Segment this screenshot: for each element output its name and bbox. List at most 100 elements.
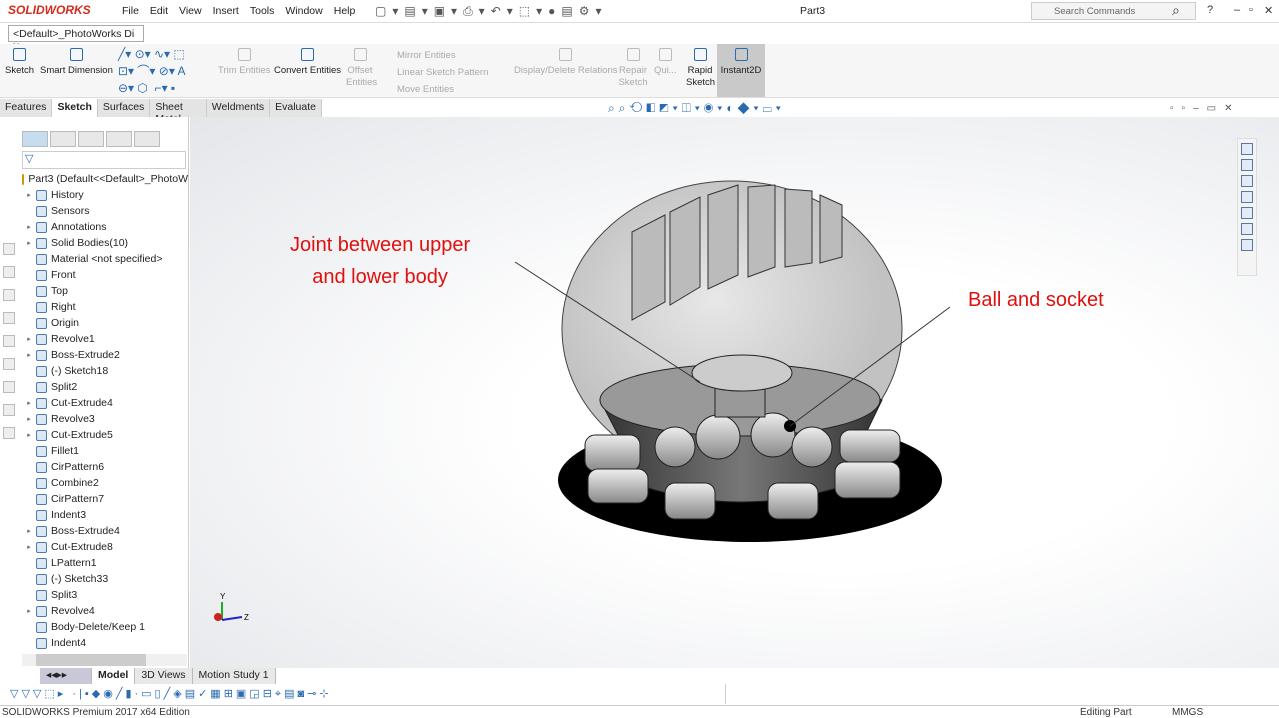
repair-sketch-button[interactable]: Repair Sketch	[618, 48, 648, 89]
tree-item[interactable]: ▸ Boss-Extrude2	[22, 347, 188, 363]
expand-arrow-icon[interactable]: ▸	[22, 399, 36, 407]
tree-item[interactable]: ▸ History	[22, 187, 188, 203]
tree-item[interactable]: ▸ Revolve1	[22, 331, 188, 347]
tree-item[interactable]: Indent3	[22, 507, 188, 523]
minimize-button[interactable]: –	[1234, 4, 1240, 16]
offset-entities-button[interactable]: Offset Entities	[346, 48, 377, 89]
units-selector[interactable]: MMGS	[1172, 707, 1203, 718]
tree-item[interactable]: ▸ Revolve3	[22, 411, 188, 427]
tree-root[interactable]: Part3 (Default<<Default>_PhotoW	[22, 171, 188, 187]
tab-features[interactable]: Features	[0, 99, 53, 117]
quick-access-toolbar[interactable]: ▢▾▤▾▣▾⎙▾↶▾⬚▾●▤⚙▾	[375, 4, 608, 19]
expand-arrow-icon[interactable]: ▸	[22, 191, 36, 199]
tree-item[interactable]: ▸ Cut-Extrude5	[22, 427, 188, 443]
display-manager-tab[interactable]	[134, 131, 160, 147]
tree-item[interactable]: ▸ Cut-Extrude4	[22, 395, 188, 411]
menu-tools[interactable]: Tools	[250, 5, 275, 17]
graphics-area[interactable]: YZ Joint between upper and lower body Ba…	[190, 101, 1279, 668]
expand-arrow-icon[interactable]: ▸	[22, 543, 36, 551]
sketch-button[interactable]: Sketch	[5, 48, 34, 77]
appearance-icon[interactable]	[1241, 207, 1253, 219]
expand-arrow-icon[interactable]: ▸	[22, 431, 36, 439]
task-pane-tabs[interactable]	[1237, 138, 1257, 276]
tree-item[interactable]: LPattern1	[22, 555, 188, 571]
tree-item[interactable]: ▸ Cut-Extrude8	[22, 539, 188, 555]
tree-item[interactable]: Indent4	[22, 635, 188, 651]
solidworks-logo: SOLIDWORKS	[8, 3, 91, 17]
menu-view[interactable]: View	[179, 5, 202, 17]
restore-button[interactable]: ▫	[1249, 4, 1253, 16]
tab-sketch[interactable]: Sketch	[52, 99, 98, 117]
menu-file[interactable]: File	[122, 5, 139, 17]
expand-arrow-icon[interactable]: ▸	[22, 223, 36, 231]
expand-arrow-icon[interactable]: ▸	[22, 415, 36, 423]
tree-filter-input[interactable]: ▽	[22, 151, 186, 169]
linear-sketch-pattern-button[interactable]: Linear Sketch Pattern	[382, 64, 488, 81]
help-button[interactable]: ?	[1207, 4, 1213, 16]
tab-sheet-metal[interactable]: Sheet Metal	[150, 99, 207, 125]
instant2d-button[interactable]: Instant2D	[717, 44, 765, 97]
rapid-sketch-button[interactable]: Rapid Sketch	[686, 48, 715, 89]
tree-item[interactable]: CirPattern6	[22, 459, 188, 475]
feature-manager-tab[interactable]	[22, 131, 48, 147]
tree-item[interactable]: Fillet1	[22, 443, 188, 459]
trim-entities-button[interactable]: Trim Entities	[218, 48, 270, 77]
bottom-tab-model[interactable]: Model	[92, 668, 136, 684]
view-toolbar[interactable]: ⌕⌕⟲◧◩▾◫▾◉▾◐◆▾▭▾	[608, 101, 785, 116]
tree-item[interactable]: Combine2	[22, 475, 188, 491]
search-icon[interactable]: ⌕	[1172, 2, 1180, 19]
view-palette-icon[interactable]	[1241, 191, 1253, 203]
quick-snaps-button[interactable]: Qui...	[654, 48, 677, 77]
mirror-entities-button[interactable]: Mirror Entities	[382, 47, 488, 64]
expand-arrow-icon[interactable]: ▸	[22, 239, 36, 247]
home-icon[interactable]	[1241, 143, 1253, 155]
close-button[interactable]: ✕	[1264, 4, 1273, 17]
display-delete-relations-button[interactable]: Display/Delete Relations	[514, 48, 618, 77]
configuration-manager-tab[interactable]	[78, 131, 104, 147]
tab-weldments[interactable]: Weldments	[206, 99, 271, 117]
expand-arrow-icon[interactable]: ▸	[22, 335, 36, 343]
tree-item[interactable]: Material <not specified>	[22, 251, 188, 267]
menu-window[interactable]: Window	[285, 5, 322, 17]
forum-icon[interactable]	[1241, 239, 1253, 251]
expand-arrow-icon[interactable]: ▸	[22, 607, 36, 615]
sketch-toolbar-bottom[interactable]: ▽▽▽⬚▸ ·|▪◆◉╱▮·▭▯╱◈▤✓▦⊞▣◲⊟⌖▤◙⊸⊹	[0, 684, 726, 704]
folder-icon[interactable]	[1241, 175, 1253, 187]
tree-item[interactable]: Body-Delete/Keep 1	[22, 619, 188, 635]
tree-item[interactable]: ▸ Revolve4	[22, 603, 188, 619]
menu-insert[interactable]: Insert	[213, 5, 239, 17]
tree-item[interactable]: ▸ Solid Bodies(10)	[22, 235, 188, 251]
move-entities-button[interactable]: Move Entities	[382, 81, 488, 98]
property-manager-tab[interactable]	[50, 131, 76, 147]
expand-arrow-icon[interactable]: ▸	[22, 527, 36, 535]
tree-item[interactable]: Split3	[22, 587, 188, 603]
tree-item[interactable]: Right	[22, 299, 188, 315]
viewport-window-controls[interactable]: ▫▫–▭✕	[1170, 103, 1240, 114]
tree-item[interactable]: (-) Sketch33	[22, 571, 188, 587]
bottom-tab-motion-study-1[interactable]: Motion Study 1	[192, 668, 276, 684]
tree-item[interactable]: Split2	[22, 379, 188, 395]
properties-icon[interactable]	[1241, 223, 1253, 235]
menu-help[interactable]: Help	[334, 5, 356, 17]
tree-item[interactable]: CirPattern7	[22, 491, 188, 507]
tree-item[interactable]: Origin	[22, 315, 188, 331]
tree-item[interactable]: ▸ Boss-Extrude4	[22, 523, 188, 539]
tree-item[interactable]: ▸ Annotations	[22, 219, 188, 235]
tree-item[interactable]: Top	[22, 283, 188, 299]
menu-edit[interactable]: Edit	[150, 5, 168, 17]
tree-item[interactable]: Sensors	[22, 203, 188, 219]
tab-scroll-arrows[interactable]: ◂◂▸▸	[40, 668, 92, 684]
sketch-entities-tools[interactable]: ╱▾ ⊙▾ ∿▾ ⬚ ⊡▾ ⌒▾ ⊘▾ A ⊖▾ ⬡ ⌐▾ ▪	[118, 46, 186, 97]
dimxpert-tab[interactable]	[106, 131, 132, 147]
bottom-tab-3d-views[interactable]: 3D Views	[135, 668, 193, 684]
tree-item[interactable]: Front	[22, 267, 188, 283]
tree-item[interactable]: (-) Sketch18	[22, 363, 188, 379]
tab-surfaces[interactable]: Surfaces	[97, 99, 151, 117]
tab-evaluate[interactable]: Evaluate	[270, 99, 322, 117]
expand-arrow-icon[interactable]: ▸	[22, 351, 36, 359]
smart-dimension-button[interactable]: Smart Dimension	[40, 48, 113, 77]
horizontal-scrollbar[interactable]	[22, 654, 187, 666]
convert-entities-button[interactable]: Convert Entities	[274, 48, 341, 77]
library-icon[interactable]	[1241, 159, 1253, 171]
configuration-dropdown[interactable]: <Default>_PhotoWorks Di ˅	[8, 25, 144, 52]
